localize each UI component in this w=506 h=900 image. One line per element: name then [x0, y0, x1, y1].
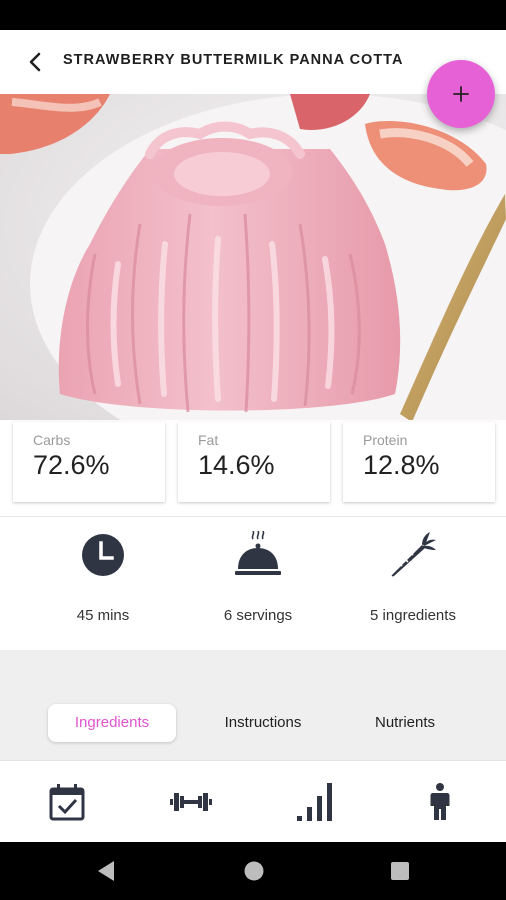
- recipe-tabs-area: Ingredients Instructions Nutrients: [0, 650, 506, 760]
- recipe-info: 45 mins 6 servings 5 ingredients: [0, 516, 506, 650]
- macro-summary: Carbs 72.6% Fat 14.6% Protein 12.8%: [0, 420, 506, 516]
- system-recents-button[interactable]: [388, 859, 412, 883]
- person-icon: [430, 783, 450, 820]
- macro-label: Protein: [363, 432, 408, 448]
- macro-card-fat: Fat 14.6%: [178, 422, 330, 502]
- tab-nutrients[interactable]: Nutrients: [350, 704, 460, 742]
- page-title: STRAWBERRY BUTTERMILK PANNA COTTA: [63, 52, 404, 68]
- nav-profile[interactable]: [416, 779, 464, 825]
- circle-home-icon: [244, 861, 264, 881]
- plus-icon: [453, 86, 469, 102]
- system-back-button[interactable]: [94, 859, 118, 883]
- bottom-navigation: [0, 760, 506, 842]
- recipe-hero-image: [0, 94, 506, 428]
- time-text: 45 mins: [76, 607, 130, 624]
- info-servings: 6 servings: [178, 531, 338, 624]
- nav-meal-plan[interactable]: [43, 779, 91, 825]
- macro-value: 12.8%: [363, 450, 440, 480]
- bar-chart-icon: [297, 783, 332, 821]
- add-button[interactable]: [427, 60, 495, 128]
- status-bar: [0, 0, 506, 30]
- servings-text: 6 servings: [223, 607, 293, 624]
- tab-ingredients[interactable]: Ingredients: [48, 704, 176, 742]
- back-button[interactable]: [20, 46, 52, 78]
- macro-label: Carbs: [33, 432, 71, 448]
- macro-value: 14.6%: [198, 450, 275, 480]
- dumbbell-icon: [170, 793, 212, 811]
- system-home-button[interactable]: [242, 859, 266, 883]
- info-ingredients: 5 ingredients: [333, 531, 493, 624]
- macro-label: Fat: [198, 432, 219, 448]
- info-time: 45 mins: [23, 531, 183, 624]
- chevron-left-icon: [29, 52, 41, 72]
- carrot-icon: [391, 532, 436, 577]
- system-navigation-bar: [0, 842, 506, 900]
- clock-icon: [82, 534, 124, 576]
- nav-workouts[interactable]: [167, 779, 215, 825]
- triangle-back-icon: [98, 861, 114, 881]
- macro-value: 72.6%: [33, 450, 110, 480]
- tab-instructions[interactable]: Instructions: [200, 704, 326, 742]
- macro-card-carbs: Carbs 72.6%: [13, 422, 165, 502]
- macro-card-protein: Protein 12.8%: [343, 422, 495, 502]
- square-recents-icon: [391, 862, 409, 880]
- nav-progress[interactable]: [292, 779, 340, 825]
- ingredients-count-text: 5 ingredients: [370, 607, 456, 624]
- calendar-check-icon: [49, 784, 85, 821]
- serving-cloche-icon: [235, 531, 281, 575]
